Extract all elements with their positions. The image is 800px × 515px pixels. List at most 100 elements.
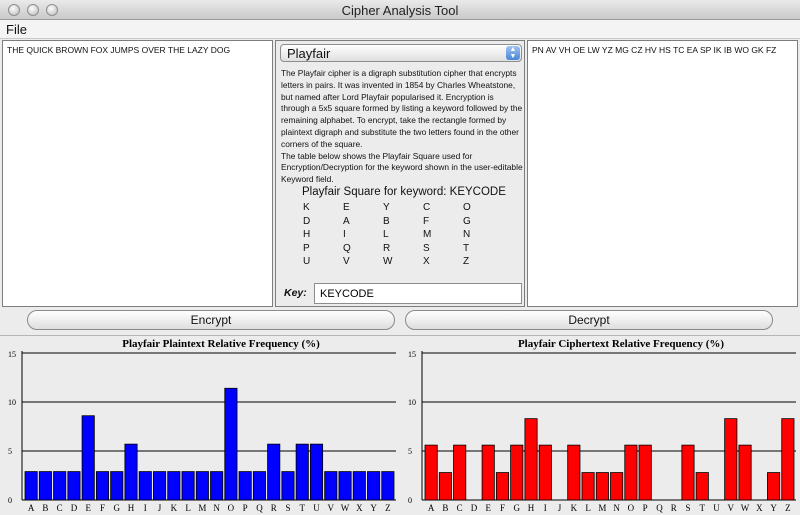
- key-input[interactable]: [314, 283, 522, 304]
- x-tick-label: C: [57, 503, 63, 513]
- square-cell: W: [383, 256, 393, 267]
- y-tick-label: 10: [8, 398, 16, 407]
- cipher-info-panel: Playfair ▲ ▼ The Playfair cipher is a dig…: [275, 40, 525, 307]
- x-tick-label: R: [271, 503, 277, 513]
- square-cell: F: [423, 215, 430, 227]
- x-tick-label: I: [544, 503, 547, 513]
- bar-g: [510, 444, 524, 501]
- square-cell: T: [463, 242, 470, 254]
- bar-o: [224, 387, 238, 501]
- bar-t: [295, 443, 309, 501]
- y-tick-label: 5: [408, 447, 412, 456]
- x-tick-label: L: [585, 503, 591, 513]
- x-tick-label: E: [85, 503, 91, 513]
- x-tick-label: M: [198, 503, 206, 513]
- x-tick-label: M: [598, 503, 606, 513]
- y-tick-label: 5: [8, 447, 12, 456]
- x-tick-label: H: [528, 503, 535, 513]
- x-tick-label: N: [213, 503, 220, 513]
- x-tick-label: X: [356, 503, 363, 513]
- bar-k: [567, 444, 581, 501]
- x-tick-label: A: [428, 503, 435, 513]
- bar-y: [767, 472, 781, 501]
- x-tick-label: Z: [785, 503, 791, 513]
- square-cell: K: [303, 202, 310, 213]
- square-cell: X: [423, 256, 430, 267]
- x-tick-label: D: [471, 503, 478, 513]
- charts-area: Playfair Plaintext Relative Frequency (%…: [0, 335, 800, 515]
- updown-arrows-icon: ▲ ▼: [506, 46, 520, 60]
- square-cell: A: [343, 215, 350, 227]
- y-tick-label: 15: [408, 350, 416, 359]
- plaintext-area[interactable]: THE QUICK BROWN FOX JUMPS OVER THE LAZY …: [2, 40, 273, 307]
- bar-w: [338, 471, 352, 501]
- bar-p: [638, 444, 652, 501]
- bar-f: [495, 472, 510, 501]
- x-tick-label: Q: [256, 503, 263, 513]
- y-tick-label: 10: [408, 398, 416, 407]
- x-tick-label: R: [671, 503, 677, 513]
- decrypt-button[interactable]: Decrypt: [405, 310, 773, 330]
- x-tick-label: X: [756, 503, 763, 513]
- bar-o: [624, 444, 638, 501]
- chart-title: Playfair Ciphertext Relative Frequency (…: [518, 338, 724, 350]
- bar-i: [138, 471, 152, 501]
- square-cell: S: [423, 242, 430, 254]
- y-tick-label: 15: [8, 350, 16, 359]
- x-tick-label: T: [700, 503, 706, 513]
- y-tick-label: 0: [408, 496, 412, 505]
- ciphertext-area[interactable]: PN AV VH OE LW YZ MG CZ HV HS TC EA SP I…: [527, 40, 798, 307]
- x-tick-label: D: [71, 503, 78, 513]
- bar-t: [695, 472, 709, 501]
- x-tick-label: U: [313, 503, 320, 513]
- x-tick-label: K: [171, 503, 178, 513]
- x-tick-label: O: [628, 503, 635, 513]
- square-cell: B: [383, 215, 390, 227]
- key-label: Key:: [284, 287, 307, 299]
- bar-r: [267, 443, 281, 501]
- square-cell: Z: [463, 256, 470, 267]
- description-paragraph: The table below shows the Playfair Squar…: [281, 150, 523, 185]
- x-tick-label: Y: [370, 503, 377, 513]
- menu-bar: File: [0, 20, 800, 39]
- x-tick-label: G: [114, 503, 121, 513]
- bar-y: [367, 471, 381, 501]
- square-cell: I: [343, 229, 346, 240]
- bar-i: [538, 444, 552, 501]
- bar-l: [581, 472, 595, 501]
- bar-a: [424, 444, 438, 501]
- square-cell: L: [383, 229, 389, 240]
- x-tick-label: B: [442, 503, 448, 513]
- plaintext-frequency-chart: Playfair Plaintext Relative Frequency (%…: [8, 338, 396, 513]
- bar-c: [53, 471, 67, 501]
- y-tick-label: 0: [8, 496, 12, 505]
- bar-z: [781, 418, 795, 501]
- bar-n: [610, 472, 624, 501]
- x-tick-label: A: [28, 503, 35, 513]
- playfair-square: K E Y C O D A B F G H I L M N P Q R S T U V W X Z: [303, 202, 503, 270]
- menu-file[interactable]: File: [6, 22, 27, 37]
- square-cell: U: [303, 256, 311, 267]
- bar-s: [281, 471, 295, 501]
- encrypt-button[interactable]: Encrypt: [27, 310, 395, 330]
- x-tick-label: Z: [385, 503, 391, 513]
- bar-e: [81, 415, 95, 501]
- x-tick-label: P: [643, 503, 648, 513]
- bar-x: [352, 471, 366, 501]
- x-tick-label: H: [128, 503, 135, 513]
- x-tick-label: V: [728, 503, 735, 513]
- x-tick-label: G: [514, 503, 521, 513]
- bar-w: [738, 444, 752, 501]
- bar-e: [481, 444, 495, 501]
- bar-c: [453, 444, 467, 501]
- square-cell: E: [343, 202, 350, 213]
- cipher-description: The Playfair cipher is a digraph substit…: [281, 68, 523, 186]
- bar-p: [238, 471, 252, 501]
- x-tick-label: I: [144, 503, 147, 513]
- x-tick-label: S: [285, 503, 290, 513]
- cipher-select[interactable]: Playfair ▲ ▼: [280, 44, 522, 62]
- bar-l: [181, 471, 195, 501]
- window-title: Cipher Analysis Tool: [341, 3, 459, 18]
- x-tick-label: Y: [770, 503, 777, 513]
- bar-v: [324, 471, 338, 501]
